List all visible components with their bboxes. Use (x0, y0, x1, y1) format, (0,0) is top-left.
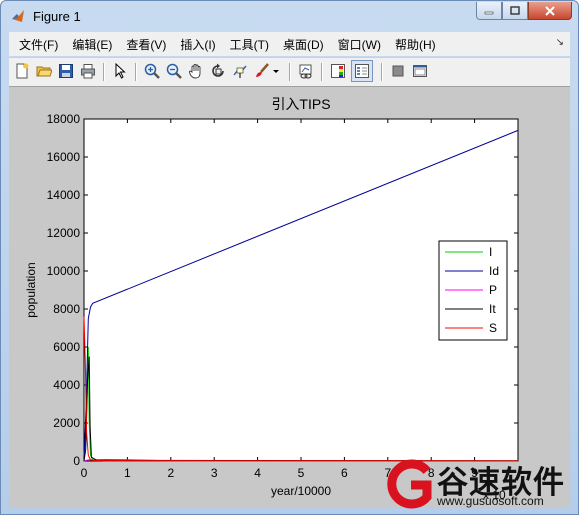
data-cursor-button[interactable] (231, 62, 249, 80)
legend-label: I (489, 245, 492, 259)
toolbar (9, 57, 570, 87)
x-tick-label: 4 (254, 466, 261, 480)
figure-area: 0 2000 4000 6000 8000 10000 12000 14000 16000 180… (9, 87, 570, 509)
menu-file[interactable]: 文件(F) (9, 36, 65, 53)
y-tick-label: 6000 (53, 340, 80, 354)
insert-colorbar-button[interactable] (329, 62, 347, 80)
close-button[interactable] (528, 2, 572, 20)
window-title: Figure 1 (33, 9, 81, 24)
brand-logo-icon (387, 459, 432, 509)
print-button[interactable] (79, 62, 97, 80)
save-icon (59, 64, 73, 78)
y-tick-label: 16000 (47, 150, 81, 164)
legend[interactable]: I Id P It S (438, 240, 508, 341)
menu-bar: 文件(F) 编辑(E) 查看(V) 插入(I) 工具(T) 桌面(D) 窗口(W… (9, 32, 570, 56)
legend-label: It (489, 302, 496, 316)
toolbar-separator (135, 63, 137, 81)
toolbar-separator (103, 63, 105, 81)
watermark-logo: 谷速软件 www.gusuosoft.com (379, 457, 578, 511)
chart-title: 引入TIPS (271, 96, 330, 112)
minimize-button[interactable] (476, 2, 502, 20)
maximize-button[interactable] (502, 2, 528, 20)
brush-dropdown-button[interactable] (271, 62, 281, 80)
window-controls (476, 2, 572, 20)
toolbar-separator (381, 63, 383, 81)
zoom-in-button[interactable] (143, 62, 161, 80)
y-tick-label: 10000 (47, 264, 81, 278)
x-tick-label: 3 (211, 466, 218, 480)
y-tick-label: 8000 (53, 302, 80, 316)
y-tick-label: 4000 (53, 378, 80, 392)
data-cursor-icon (233, 65, 247, 78)
x-tick-label: 5 (298, 466, 305, 480)
printer-icon (81, 64, 95, 79)
hand-icon (189, 64, 201, 79)
zoom-in-icon (144, 63, 160, 79)
insert-legend-button[interactable] (351, 60, 373, 82)
figure-window: Figure 1 文件(F) 编辑(E) 查看(V) 插入(I) 工具(T) 桌… (0, 0, 579, 515)
hide-tools-icon (392, 65, 404, 77)
maximize-icon (510, 5, 520, 15)
menu-insert[interactable]: 插入(I) (173, 36, 222, 53)
brush-icon (256, 63, 269, 77)
new-figure-button[interactable] (13, 62, 31, 80)
menu-window[interactable]: 窗口(W) (331, 36, 388, 53)
title-bar[interactable]: Figure 1 (1, 1, 578, 31)
show-tools-icon (413, 65, 427, 77)
rotate-3d-icon (212, 63, 224, 77)
y-tick-label: 18000 (47, 112, 81, 126)
plot-svg: 0 2000 4000 6000 8000 10000 12000 14000 16000 180… (24, 96, 519, 502)
toolbar-separator (321, 63, 323, 81)
y-tick-label: 12000 (47, 226, 81, 240)
legend-label: Id (489, 264, 499, 278)
edit-plot-button[interactable] (111, 62, 129, 80)
link-plot-button[interactable] (297, 62, 315, 80)
x-tick-label: 1 (124, 466, 131, 480)
x-axis-label: year/10000 (271, 484, 331, 498)
hide-plot-tools-button[interactable] (389, 62, 407, 80)
minimize-icon (484, 11, 494, 14)
y-tick-label: 14000 (47, 188, 81, 202)
x-tick-label: 2 (167, 466, 174, 480)
open-file-button[interactable] (35, 62, 53, 80)
matlab-icon (12, 10, 24, 22)
menu-view[interactable]: 查看(V) (119, 36, 173, 53)
menu-tools[interactable]: 工具(T) (223, 36, 276, 53)
x-tick-label: 0 (81, 466, 88, 480)
y-tick-label: 2000 (53, 416, 80, 430)
y-tick-label: 0 (73, 454, 80, 468)
folder-open-icon (36, 66, 52, 77)
menu-edit[interactable]: 编辑(E) (65, 36, 119, 53)
chevron-down-icon (273, 70, 279, 73)
dock-arrow-icon[interactable]: ↘ (556, 37, 564, 48)
y-axis-label: population (24, 262, 38, 317)
colorbar-icon (331, 64, 345, 78)
close-icon (545, 5, 555, 16)
menu-help[interactable]: 帮助(H) (388, 36, 443, 53)
pan-button[interactable] (187, 62, 205, 80)
link-plot-icon (299, 64, 312, 79)
zoom-out-button[interactable] (165, 62, 183, 80)
legend-label: S (489, 321, 497, 335)
rotate-3d-button[interactable] (209, 62, 227, 80)
new-document-icon (16, 63, 29, 79)
watermark-url: www.gusuosoft.com (437, 494, 544, 508)
legend-label: P (489, 283, 497, 297)
menu-desktop[interactable]: 桌面(D) (276, 36, 331, 53)
toolbar-separator (289, 63, 291, 81)
zoom-out-icon (166, 63, 182, 79)
save-button[interactable] (57, 62, 75, 80)
show-plot-tools-button[interactable] (411, 62, 429, 80)
arrow-pointer-icon (115, 63, 126, 79)
brush-button[interactable] (253, 62, 271, 80)
x-tick-label: 6 (341, 466, 348, 480)
legend-icon (355, 64, 369, 78)
